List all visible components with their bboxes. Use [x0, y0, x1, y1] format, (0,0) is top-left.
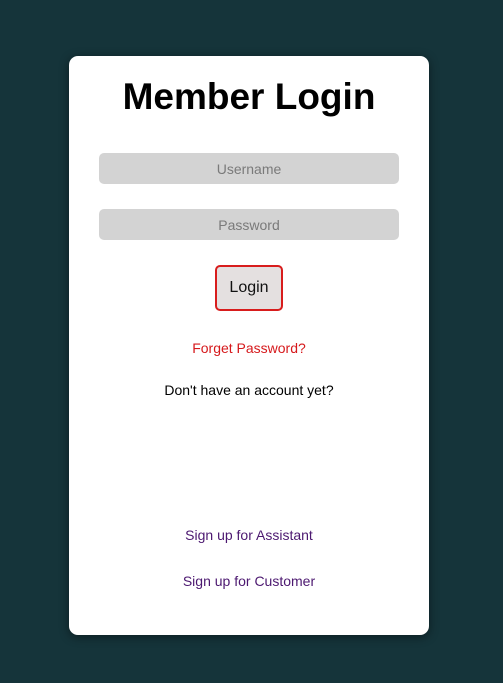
page-title: Member Login — [122, 76, 376, 117]
username-input[interactable] — [99, 153, 399, 184]
password-input[interactable] — [99, 209, 399, 240]
login-button[interactable]: Login — [215, 265, 283, 311]
signup-assistant-link[interactable]: Sign up for Assistant — [69, 526, 429, 544]
signup-customer-link[interactable]: Sign up for Customer — [69, 572, 429, 590]
no-account-text: Don't have an account yet? — [164, 382, 334, 398]
forgot-password-link[interactable]: Forget Password? — [69, 339, 429, 357]
login-card: Member Login Login Forget Password? Don'… — [69, 56, 429, 635]
